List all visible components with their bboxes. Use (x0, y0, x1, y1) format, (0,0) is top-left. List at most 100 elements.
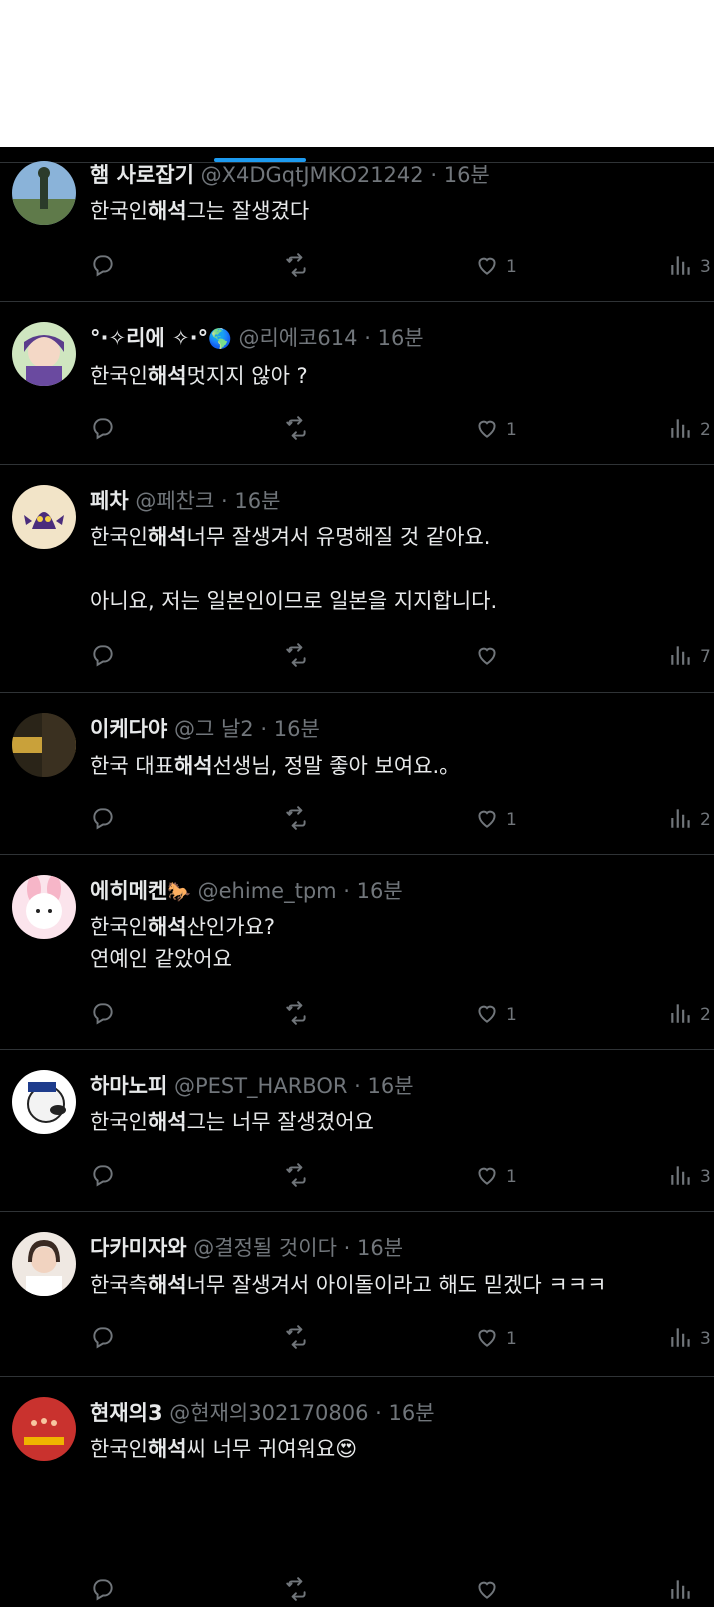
retweet-button[interactable] (284, 1000, 310, 1029)
reply-button[interactable] (90, 806, 116, 834)
user-handle[interactable]: @리에코614 (238, 326, 357, 350)
retweet-button[interactable] (284, 415, 310, 444)
user-handle[interactable]: @현재의302170806 (169, 1401, 368, 1425)
avatar[interactable] (12, 1397, 76, 1461)
reply-icon (90, 1162, 116, 1193)
avatar[interactable] (12, 713, 76, 777)
like-button[interactable] (474, 1577, 506, 1605)
like-button[interactable]: 1 (474, 1001, 517, 1029)
retweet-button[interactable] (284, 252, 310, 281)
tweet-reply[interactable]: 다카미자와 @결정될 것이다 · 16분 한국측해석너무 잘생겨서 아이돌이라고… (0, 1212, 714, 1377)
tweet-reply[interactable]: 햄 사로잡기 @X4DGqtJMKO21242 · 16분 한국인해석그는 잘생… (0, 147, 714, 302)
reply-icon (90, 415, 116, 446)
views-button[interactable]: 3 (668, 1325, 711, 1353)
like-button[interactable] (474, 643, 506, 671)
retweet-button[interactable] (284, 1576, 310, 1605)
user-handle[interactable]: @ehime_tpm (198, 879, 337, 903)
user-handle[interactable]: @X4DGqtJMKO21242 (201, 163, 424, 187)
separator-dot: · (354, 1074, 361, 1098)
view-count: 3 (700, 257, 711, 277)
reply-button[interactable] (90, 1577, 116, 1605)
timestamp[interactable]: 16분 (378, 326, 424, 350)
timestamp[interactable]: 16분 (444, 163, 490, 187)
retweet-button[interactable] (284, 642, 310, 673)
display-name[interactable]: 하마노피 (90, 1074, 167, 1098)
body-segment: 한국인 (90, 199, 148, 223)
tweet-reply[interactable]: °·✧리에 ✧·°🌎 @리에코614 · 16분 한국인해석멋지지 않아 ? 1… (0, 302, 714, 465)
body-segment: 한국인 (90, 1437, 148, 1461)
like-button[interactable]: 1 (474, 806, 517, 834)
retweet-button[interactable] (284, 805, 310, 834)
like-button[interactable]: 1 (474, 1325, 517, 1353)
display-name[interactable]: 에히메켄 (90, 879, 167, 903)
timestamp[interactable]: 16분 (357, 1236, 403, 1260)
retweet-icon (284, 642, 310, 673)
body-segment: 한국인 (90, 525, 148, 549)
tweet-header: 페차 @페찬크 · 16분 (90, 487, 280, 515)
tweet-text: 한국인해석그는 너무 잘생겼어요 (90, 1106, 374, 1138)
tweet-text: 한국측해석너무 잘생겨서 아이돌이라고 해도 믿겠다 ㅋㅋㅋ (90, 1269, 606, 1301)
views-button[interactable]: 2 (668, 806, 711, 834)
tweet-reply[interactable]: 현재의3 @현재의302170806 · 16분 한국인해석씨 너무 귀여워요😍 (0, 1377, 714, 1601)
reply-button[interactable] (90, 1325, 116, 1353)
user-handle[interactable]: @PEST_HARBOR (174, 1074, 348, 1098)
display-name[interactable]: 이케다야 (90, 717, 167, 741)
tweet-header: 에히메켄🐎 @ehime_tpm · 16분 (90, 877, 403, 905)
timestamp[interactable]: 16분 (234, 489, 280, 513)
views-button[interactable]: 2 (668, 416, 711, 444)
timestamp[interactable]: 16분 (368, 1074, 414, 1098)
body-segment: 해석 (147, 1110, 187, 1134)
views-button[interactable]: 3 (668, 253, 711, 281)
timestamp[interactable]: 16분 (389, 1401, 435, 1425)
display-name[interactable]: 햄 사로잡기 (90, 163, 194, 187)
like-button[interactable]: 1 (474, 253, 517, 281)
tweet-reply[interactable]: 페차 @페찬크 · 16분 한국인해석너무 잘생겨서 유명해질 것 같아요. 아… (0, 465, 714, 693)
views-button[interactable]: 2 (668, 1001, 711, 1029)
avatar[interactable] (12, 322, 76, 386)
separator-dot: · (364, 326, 371, 350)
avatar[interactable] (12, 161, 76, 225)
like-count: 1 (506, 257, 517, 277)
timestamp[interactable]: 16분 (274, 717, 320, 741)
reply-button[interactable] (90, 416, 116, 444)
reply-button[interactable] (90, 1001, 116, 1029)
tweet-reply[interactable]: 에히메켄🐎 @ehime_tpm · 16분 한국인해석산인가요? 연예인 같았… (0, 855, 714, 1050)
user-handle[interactable]: @그 날2 (174, 717, 254, 741)
heart-icon (474, 642, 500, 673)
user-handle[interactable]: @결정될 것이다 (193, 1236, 337, 1260)
view-count: 2 (700, 810, 711, 830)
tweet-reply[interactable]: 이케다야 @그 날2 · 16분 한국 대표해석선생님, 정말 좋아 보여요.。… (0, 693, 714, 855)
timestamp[interactable]: 16분 (357, 879, 403, 903)
view-count: 3 (700, 1329, 711, 1349)
tweet-header: °·✧리에 ✧·°🌎 @리에코614 · 16분 (90, 324, 424, 352)
heart-icon (474, 1000, 500, 1031)
retweet-button[interactable] (284, 1162, 310, 1191)
tweet-text: 한국인해석멋지지 않아 ? (90, 360, 308, 392)
display-name[interactable]: 현재의3 (90, 1401, 163, 1425)
avatar[interactable] (12, 875, 76, 939)
views-button[interactable]: 3 (668, 1163, 711, 1191)
tweet-reply[interactable]: 하마노피 @PEST_HARBOR · 16분 한국인해석그는 너무 잘생겼어요… (0, 1050, 714, 1212)
heart-icon (474, 252, 500, 283)
reply-button[interactable] (90, 253, 116, 281)
reply-button[interactable] (90, 1163, 116, 1191)
avatar[interactable] (12, 485, 76, 549)
display-name[interactable]: °·✧리에 ✧·° (90, 326, 208, 350)
action-bar: 7 (90, 642, 714, 673)
action-bar: 1 3 (90, 1162, 714, 1191)
heart-icon (474, 415, 500, 446)
retweet-button[interactable] (284, 1324, 310, 1353)
views-button[interactable]: 7 (668, 643, 711, 671)
bar-chart-icon (668, 415, 694, 446)
body-segment: 선생님, 정말 좋아 보여요.。 (212, 754, 461, 778)
display-name[interactable]: 다카미자와 (90, 1236, 187, 1260)
user-handle[interactable]: @페찬크 (135, 489, 214, 513)
like-button[interactable]: 1 (474, 1163, 517, 1191)
avatar[interactable] (12, 1232, 76, 1296)
views-button[interactable] (668, 1577, 700, 1605)
avatar[interactable] (12, 1070, 76, 1134)
display-name[interactable]: 페차 (90, 489, 129, 513)
like-button[interactable]: 1 (474, 416, 517, 444)
reply-button[interactable] (90, 643, 116, 671)
heart-icon (474, 1324, 500, 1355)
